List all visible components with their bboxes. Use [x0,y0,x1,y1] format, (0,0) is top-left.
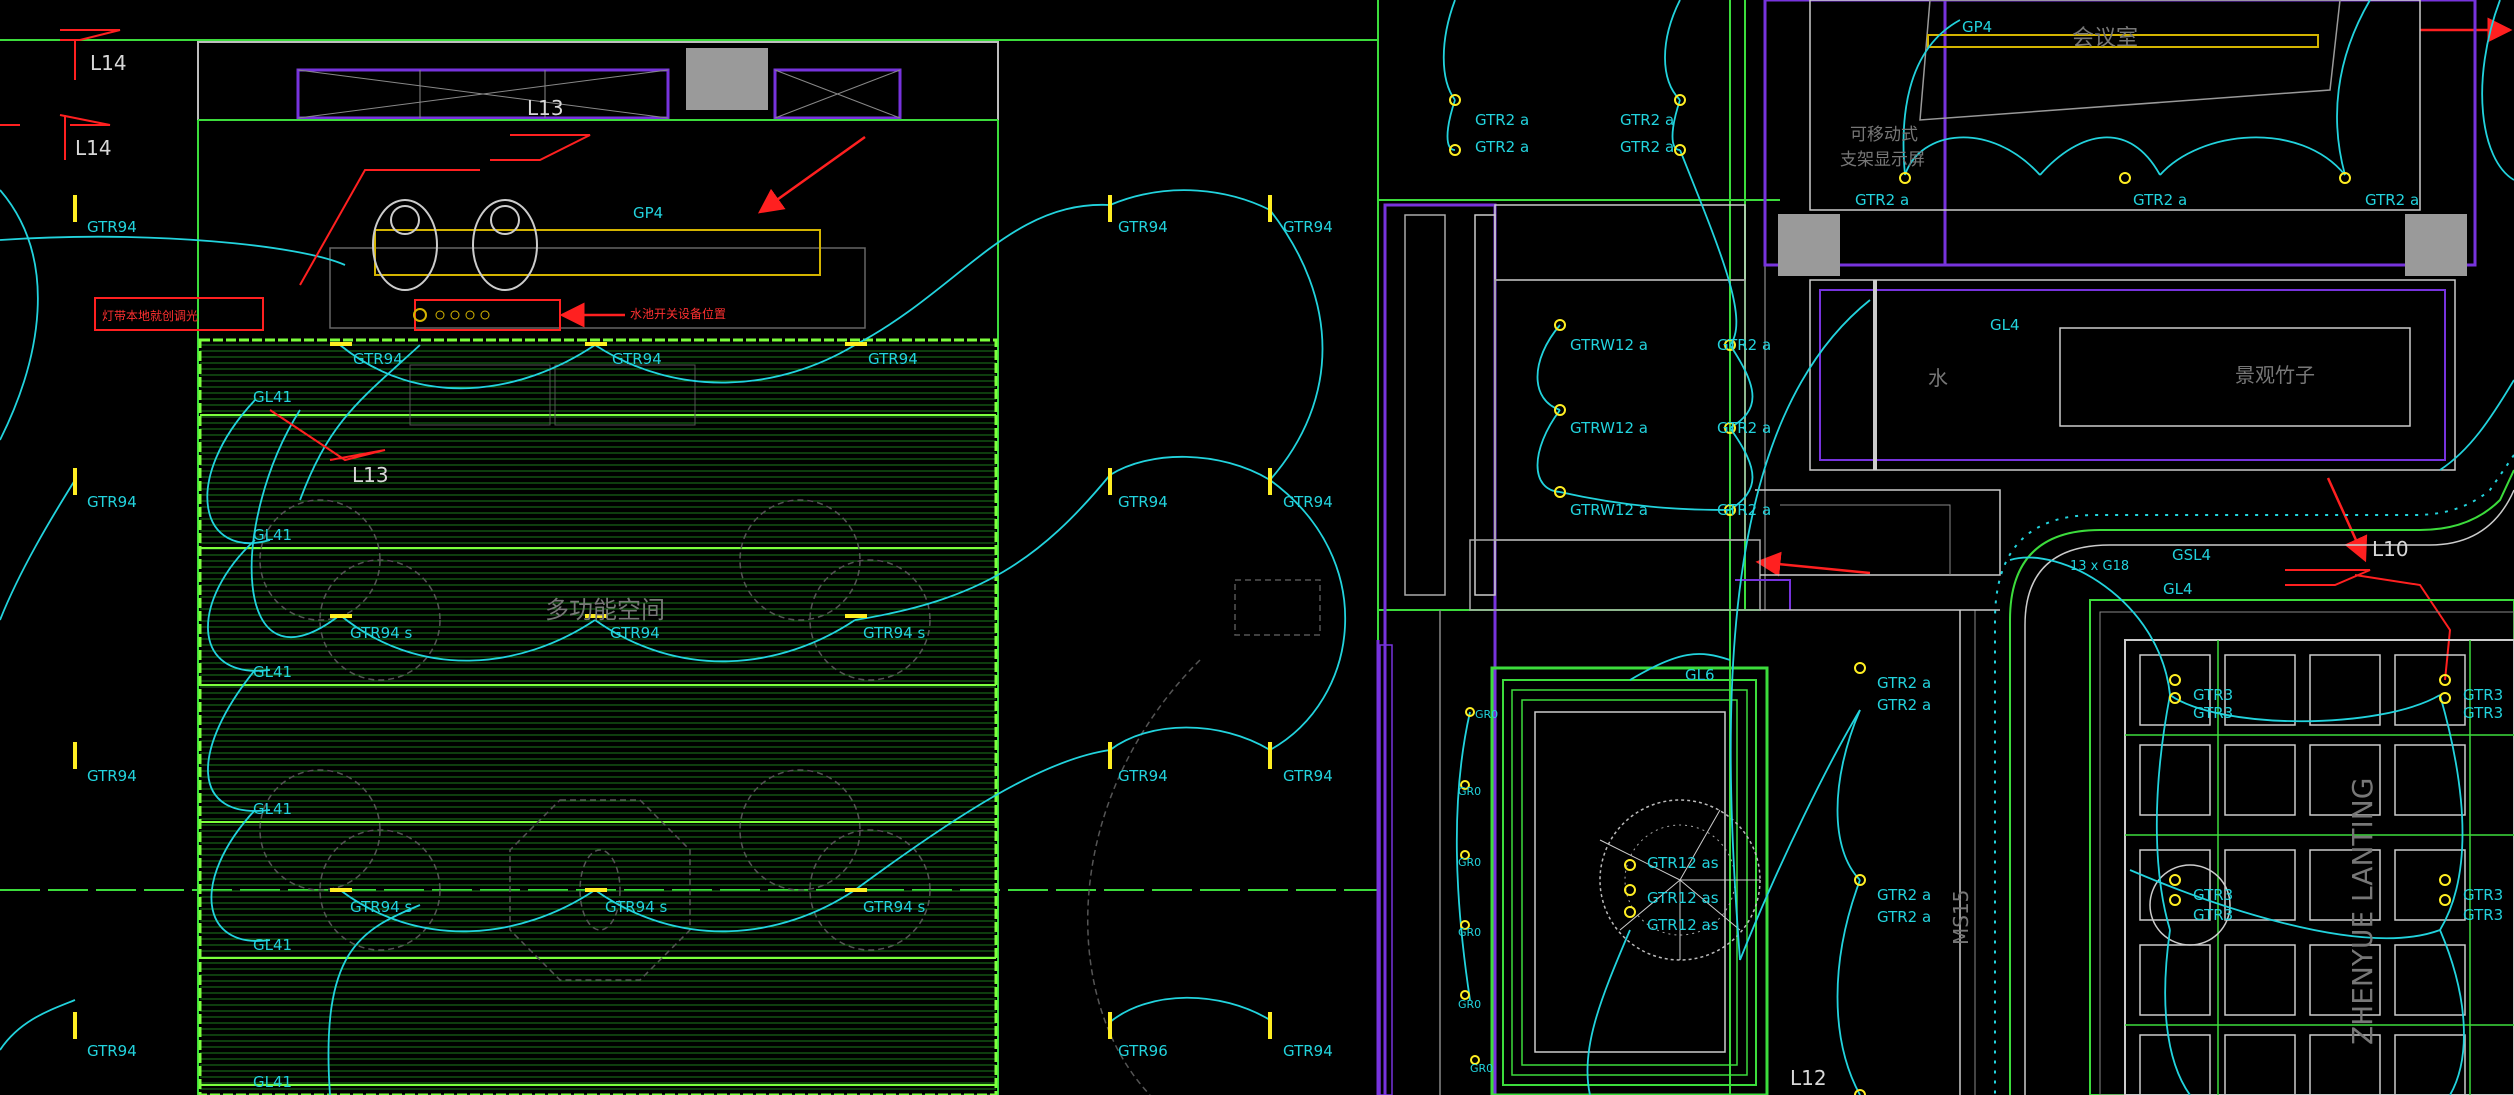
label-gl41: GL41 [253,800,292,818]
label-gtrw12a: GTRW12 a [1570,501,1648,519]
tag-gsl4: GSL4 [2172,546,2211,564]
room-meeting: 会议室 [2072,26,2138,51]
label-gr0: GR0 [1458,926,1481,939]
label-gtr96: GTR96 [1118,1042,1168,1060]
label-gtr2a: GTR2 a [1717,336,1771,354]
label-gtr2a: GTR2 a [1717,501,1771,519]
label-gtr3: GTR3 [2463,886,2503,904]
label-gtr94: GTR94 [1118,218,1168,236]
label-gtr2a: GTR2 a [1475,111,1529,129]
label-gtr2a: GTR2 a [1620,111,1674,129]
label-gtr94: GTR94 [353,350,403,368]
label-gtr2a: GTR2 a [2365,191,2419,209]
label-gtr2a: GTR2 a [1855,191,1909,209]
label-gtr94: GTR94 [87,1042,137,1060]
label-gtr12as: GTR12 as [1647,916,1719,934]
label-gtr2a: GTR2 a [1877,674,1931,692]
label-gtr3: GTR3 [2463,906,2503,924]
tag-l14-b: L14 [75,136,112,160]
label-gl41: GL41 [253,1073,292,1091]
tag-l10: L10 [2372,537,2409,561]
label-gtr94: GTR94 [1283,767,1333,785]
label-gtrw12a: GTRW12 a [1570,419,1648,437]
room-water: 水 [1928,366,1948,390]
tag-gl4-b: GL4 [2163,580,2193,598]
label-gtr3: GTR3 [2193,886,2233,904]
label-gr0: GR0 [1475,708,1498,721]
label-gtr94: GTR94 [610,624,660,642]
label-gtr94s: GTR94 s [350,624,413,642]
tag-gp4-left: GP4 [633,204,663,222]
label-gtr94: GTR94 [1283,1042,1333,1060]
room-landscape: 景观竹子 [2235,363,2315,387]
screen-label-2: 支架显示屏 [1840,150,1925,170]
tag-ms: MS15 [1949,890,1973,945]
label-gtr3: GTR3 [2193,704,2233,722]
label-gtr2a: GTR2 a [1877,908,1931,926]
label-gtrw12a: GTRW12 a [1570,336,1648,354]
corridor-and-ceiling-grid [1994,454,2514,1095]
note-floor-dimmer: 灯带本地就创调光 [102,309,198,323]
tag-gl4-a: GL4 [1990,316,2020,334]
tag-l12: L12 [1790,1066,1827,1090]
cad-drawing-canvas[interactable]: L14 L14 L13 L13 L10 L12 GP4 GP4 GL4 GL4 … [0,0,2514,1095]
tag-l13-mid: L13 [352,463,389,487]
label-gtr2a: GTR2 a [1475,138,1529,156]
label-gtr2a: GTR2 a [1620,138,1674,156]
label-gtr94s: GTR94 s [350,898,413,916]
label-gtr94s: GTR94 s [605,898,668,916]
label-gtr94: GTR94 [868,350,918,368]
label-gtr94: GTR94 [87,218,137,236]
label-gtr2a: GTR2 a [2133,191,2187,209]
label-gl41: GL41 [253,526,292,544]
label-gr0: GR0 [1458,856,1481,869]
label-gl41: GL41 [253,663,292,681]
label-gtr2a: GTR2 a [1877,696,1931,714]
label-gtr12as: GTR12 as [1647,889,1719,907]
label-gtr3: GTR3 [2193,686,2233,704]
label-gtr3: GTR3 [2463,686,2503,704]
label-gr0: GR0 [1458,998,1481,1011]
room-multi-function: 多功能空间 [545,596,665,624]
tag-l14-a: L14 [90,51,127,75]
label-gtr3: GTR3 [2463,704,2503,722]
label-gtr94: GTR94 [87,767,137,785]
label-gr0: GR0 [1458,785,1481,798]
label-gtr94s: GTR94 s [863,624,926,642]
screen-label-1: 可移动式 [1850,125,1918,145]
tag-led-strip: 13 x G18 [2070,559,2129,574]
label-gtr94: GTR94 [87,493,137,511]
label-gtr3: GTR3 [2193,906,2233,924]
label-gtr2a: GTR2 a [1877,886,1931,904]
note-water-switch: 水池开关设备位置 [630,306,726,321]
tag-gl6: GL6 [1685,666,1715,684]
label-gtr94: GTR94 [612,350,662,368]
right-room-walls [1376,0,2477,1095]
label-gtr94: GTR94 [1283,493,1333,511]
label-gl41: GL41 [253,388,292,406]
label-gtr94: GTR94 [1283,218,1333,236]
label-gtr12as: GTR12 as [1647,854,1719,872]
label-gtr94: GTR94 [1118,493,1168,511]
label-gl41: GL41 [253,936,292,954]
multi-function-floor-hatch [198,338,998,1095]
vertical-brand-text: ZHENYUE LANTING [2346,778,2379,1045]
label-gtr2a: GTR2 a [1717,419,1771,437]
tag-gp4-right: GP4 [1962,18,1992,36]
tag-l13-top: L13 [527,96,564,120]
label-gtr94: GTR94 [1118,767,1168,785]
label-gtr94s: GTR94 s [863,898,926,916]
planter-courtyard [1490,666,1769,1095]
label-gr0: GR0 [1470,1062,1493,1075]
